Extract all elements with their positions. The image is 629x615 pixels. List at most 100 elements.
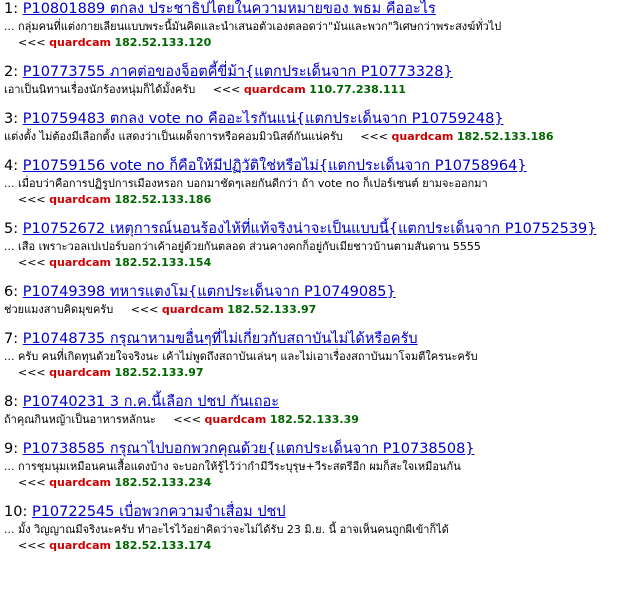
item-spacer	[4, 318, 625, 330]
item-heading: 6: P10749398 ทหารแตงโม{แตกประเด็นจาก P10…	[4, 283, 625, 302]
item-snippet: แต่งตั้ง ไม่ต้องมีเลือกตั้ง แสดงว่าเป็นเ…	[4, 129, 625, 145]
list-item: 9: P10738585 กรุณาไปบอกพวกคุณด้วย{แตกประ…	[4, 440, 625, 491]
snippet-text: ... กลุ่มคนที่แต่งกายเลียนแบบพระนี้มันคิ…	[4, 20, 502, 33]
item-snippet: ... เมื่อบว่าคือการปฏิรูปการเมืองหรอก บอ…	[4, 176, 625, 192]
poster-name: quardcam	[49, 366, 111, 379]
list-item: 4: P10759156 vote no ก็คือให้มีปฏิวัติใช…	[4, 157, 625, 208]
arrows-marker: <<<	[173, 413, 201, 426]
item-spacer	[4, 381, 625, 393]
list-item: 10: P10722545 เบื่อพวกความจำเสื่อม ปชป..…	[4, 503, 625, 554]
topic-link[interactable]: P10801889 ตกลง ประชาธิปไตยในความหมายของ …	[23, 1, 436, 17]
poster-meta: <<< quardcam 110.77.238.111	[213, 83, 406, 96]
arrows-marker: <<<	[212, 83, 241, 96]
poster-ip: 182.52.133.234	[114, 476, 212, 489]
topic-link[interactable]: P10740231 3 ก.ค.นี้เลือก ปชป กันเถอะ	[23, 394, 279, 410]
arrows-marker: <<<	[18, 539, 46, 552]
item-number: 7:	[4, 331, 19, 347]
item-heading: 7: P10748735 กรุณาหามขอื่นๆที่ไม่เกี่ยวก…	[4, 330, 625, 349]
result-list: 1: P10801889 ตกลง ประชาธิปไตยในความหมายข…	[0, 0, 629, 554]
item-heading: 10: P10722545 เบื่อพวกความจำเสื่อม ปชป	[4, 503, 625, 522]
item-number: 9:	[4, 441, 19, 457]
arrows-marker: <<<	[130, 303, 159, 316]
list-item: 3: P10759483 ตกลง vote no คืออะไรกันแน่{…	[4, 110, 625, 145]
poster-name: quardcam	[49, 476, 111, 489]
item-snippet: ช่วยแมงสาบคิดมุขครับ <<< quardcam 182.52…	[4, 302, 625, 318]
item-spacer	[4, 428, 625, 440]
arrows-marker: <<<	[360, 130, 388, 143]
poster-meta: <<< quardcam 182.52.133.174	[18, 539, 211, 552]
list-item: 6: P10749398 ทหารแตงโม{แตกประเด็นจาก P10…	[4, 283, 625, 318]
arrows-marker: <<<	[18, 476, 46, 489]
snippet-text: แต่งตั้ง ไม่ต้องมีเลือกตั้ง แสดงว่าเป็นเ…	[4, 130, 343, 143]
item-spacer	[4, 51, 625, 63]
arrows-marker: <<<	[18, 366, 46, 379]
poster-ip: 182.52.133.97	[114, 366, 204, 379]
poster-name: quardcam	[49, 539, 111, 552]
item-heading: 8: P10740231 3 ก.ค.นี้เลือก ปชป กันเถอะ	[4, 393, 625, 412]
topic-link[interactable]: P10759156 vote no ก็คือให้มีปฏิวัติใช่หร…	[23, 158, 527, 174]
poster-name: quardcam	[391, 130, 454, 143]
item-number: 6:	[4, 284, 19, 300]
item-heading: 1: P10801889 ตกลง ประชาธิปไตยในความหมายข…	[4, 0, 625, 19]
topic-link[interactable]: P10759483 ตกลง vote no คืออะไรกันแน่{แตก…	[23, 111, 504, 127]
item-spacer	[4, 145, 625, 157]
poster-meta: <<< quardcam 182.52.133.186	[360, 130, 553, 143]
topic-link[interactable]: P10738585 กรุณาไปบอกพวกคุณด้วย{แตกประเด็…	[23, 441, 475, 457]
poster-name: quardcam	[243, 83, 306, 96]
list-item: 2: P10773755 ภาคต่อของจ็อตคี้ขี่ม้า{แตกป…	[4, 63, 625, 98]
item-snippet: เอาเป็นนิทานเรื่องนักร้องหนุ่มก็ได้มั้งค…	[4, 82, 625, 98]
item-number: 2:	[4, 64, 19, 80]
poster-ip: 182.52.133.39	[269, 413, 359, 426]
snippet-text: ถ้าคุณกินหญ้าเป็นอาหารหลักนะ	[4, 413, 156, 426]
poster-ip: 182.52.133.186	[456, 130, 554, 143]
snippet-text: เอาเป็นนิทานเรื่องนักร้องหนุ่มก็ได้มั้งค…	[4, 83, 196, 96]
item-number: 10:	[4, 504, 28, 520]
snippet-text: ช่วยแมงสาบคิดมุขครับ	[4, 303, 114, 316]
item-spacer	[4, 98, 625, 110]
arrows-marker: <<<	[18, 256, 46, 269]
topic-link[interactable]: P10752672 เหตุการณ์นอนร้องไห้ที่แท้จริงน…	[23, 221, 597, 237]
poster-ip: 182.52.133.174	[114, 539, 212, 552]
snippet-text: ... เสือ เพราะวอลเปเปอร์บอกว่าเค้าอยู่ด้…	[4, 240, 481, 253]
topic-link[interactable]: P10722545 เบื่อพวกความจำเสื่อม ปชป	[32, 504, 286, 520]
poster-meta: <<< quardcam 182.52.133.97	[131, 303, 317, 316]
item-heading: 9: P10738585 กรุณาไปบอกพวกคุณด้วย{แตกประ…	[4, 440, 625, 459]
poster-meta: <<< quardcam 182.52.133.39	[173, 413, 359, 426]
item-snippet: ... ครับ คนที่เกิดทุนด้วยใจจริงนะ เค้าไม…	[4, 349, 625, 365]
item-number: 5:	[4, 221, 19, 237]
poster-ip: 110.77.238.111	[309, 83, 406, 96]
arrows-marker: <<<	[18, 36, 46, 49]
snippet-text: ... การชุมนุมเหมือนคนเสื้อแดงบ้าง จะบอกใ…	[4, 460, 461, 473]
item-heading: 2: P10773755 ภาคต่อของจ็อตคี้ขี่ม้า{แตกป…	[4, 63, 625, 82]
poster-name: quardcam	[49, 36, 111, 49]
item-spacer	[4, 208, 625, 220]
topic-link[interactable]: P10748735 กรุณาหามขอื่นๆที่ไม่เกี่ยวกับส…	[23, 331, 418, 347]
poster-meta: <<< quardcam 182.52.133.186	[18, 193, 211, 206]
poster-ip: 182.52.133.120	[114, 36, 212, 49]
topic-link[interactable]: P10749398 ทหารแตงโม{แตกประเด็นจาก P10749…	[23, 284, 396, 300]
item-snippet: ... มั้ง วิญญาณมีจริงนะครับ ทำอะไรไว้อย่…	[4, 522, 625, 538]
poster-name: quardcam	[49, 256, 111, 269]
poster-meta: <<< quardcam 182.52.133.154	[18, 256, 211, 269]
poster-ip: 182.52.133.154	[114, 256, 212, 269]
poster-meta: <<< quardcam 182.52.133.234	[18, 476, 211, 489]
item-number: 3:	[4, 111, 19, 127]
item-spacer	[4, 271, 625, 283]
list-item: 1: P10801889 ตกลง ประชาธิปไตยในความหมายข…	[4, 0, 625, 51]
poster-name: quardcam	[204, 413, 267, 426]
list-item: 7: P10748735 กรุณาหามขอื่นๆที่ไม่เกี่ยวก…	[4, 330, 625, 381]
item-number: 8:	[4, 394, 19, 410]
poster-meta: <<< quardcam 182.52.133.120	[18, 36, 211, 49]
item-spacer	[4, 491, 625, 503]
snippet-text: ... ครับ คนที่เกิดทุนด้วยใจจริงนะ เค้าไม…	[4, 350, 478, 363]
item-number: 1:	[4, 1, 19, 17]
item-snippet: ... กลุ่มคนที่แต่งกายเลียนแบบพระนี้มันคิ…	[4, 19, 625, 35]
topic-link[interactable]: P10773755 ภาคต่อของจ็อตคี้ขี่ม้า{แตกประเ…	[23, 64, 453, 80]
poster-ip: 182.52.133.97	[227, 303, 317, 316]
snippet-text: ... มั้ง วิญญาณมีจริงนะครับ ทำอะไรไว้อย่…	[4, 523, 449, 536]
poster-name: quardcam	[49, 193, 111, 206]
poster-meta: <<< quardcam 182.52.133.97	[18, 366, 204, 379]
arrows-marker: <<<	[18, 193, 46, 206]
item-snippet: ถ้าคุณกินหญ้าเป็นอาหารหลักนะ <<< quardca…	[4, 412, 625, 428]
list-item: 5: P10752672 เหตุการณ์นอนร้องไห้ที่แท้จร…	[4, 220, 625, 271]
